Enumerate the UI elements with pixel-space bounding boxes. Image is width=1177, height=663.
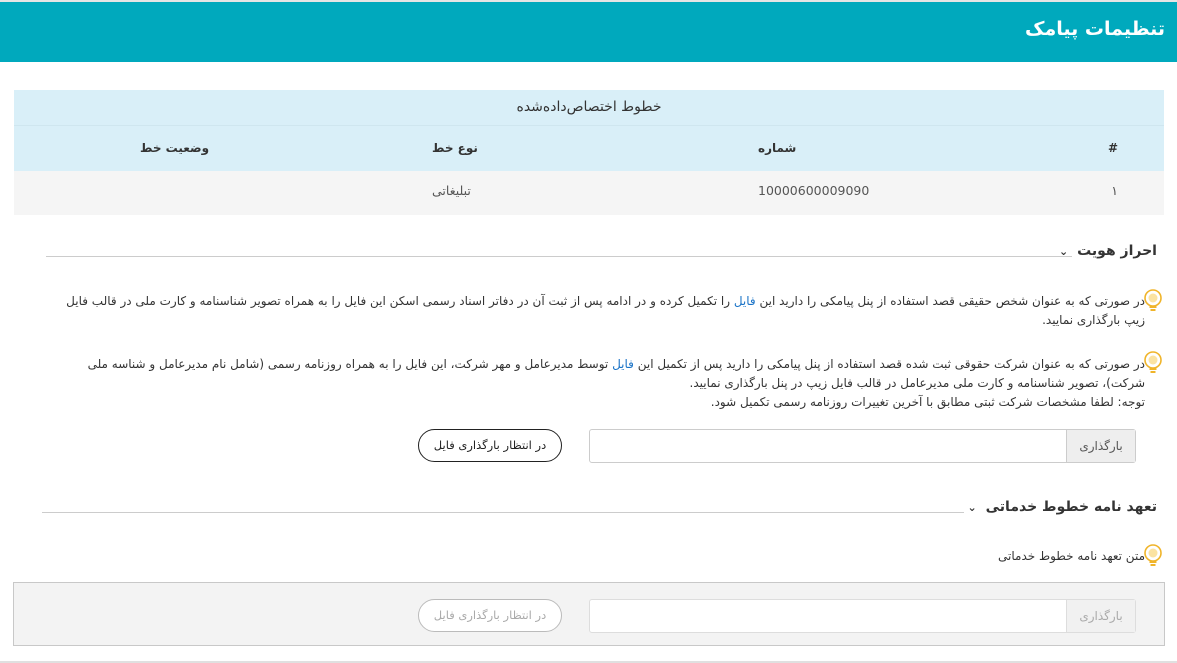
row-type: تبلیغاتی: [432, 183, 471, 198]
column-header-status: وضعیت خط: [140, 141, 210, 155]
table-header: # شماره نوع خط وضعیت خط: [14, 126, 1164, 171]
identity-note-company: در صورتی که به عنوان شرکت حقوقی ثبت شده …: [65, 355, 1145, 412]
table-row: ۱ 10000600009090 تبلیغاتی: [14, 171, 1164, 215]
upload-button[interactable]: بارگذاری: [1066, 600, 1135, 632]
page-title: تنظیمات پیامک: [1025, 18, 1165, 40]
commitment-file-input[interactable]: بارگذاری: [589, 599, 1136, 633]
note-attention: توجه: لطفا مشخصات شرکت ثبتی مطابق با آخر…: [710, 395, 1145, 409]
assigned-lines-table: خطوط اختصاص‌داده‌شده # شماره نوع خط وضعی…: [14, 90, 1164, 215]
section-divider: [42, 512, 964, 513]
individual-file-link[interactable]: فایل: [734, 294, 756, 308]
note-text: در صورتی که به عنوان شرکت حقوقی ثبت شده …: [633, 357, 1145, 371]
table-caption: خطوط اختصاص‌داده‌شده: [14, 90, 1164, 126]
commitment-text[interactable]: متن تعهد نامه خطوط خدماتی: [998, 549, 1145, 563]
row-number: 10000600009090: [758, 183, 870, 198]
commitment-section-title: تعهد نامه خطوط خدماتی: [985, 499, 1157, 515]
upload-button[interactable]: بارگذاری: [1066, 430, 1135, 462]
identity-upload-status: در انتظار بارگذاری فایل: [418, 429, 562, 462]
identity-note-individual: در صورتی که به عنوان شخص حقیقی قصد استفا…: [65, 292, 1145, 330]
page-header: تنظیمات پیامک: [0, 2, 1177, 62]
commitment-note: متن تعهد نامه خطوط خدماتی: [65, 547, 1145, 566]
section-divider: [46, 256, 1072, 257]
row-index: ۱: [1111, 183, 1118, 198]
column-header-number: شماره: [758, 141, 797, 155]
commitment-upload-panel: بارگذاری در انتظار بارگذاری فایل: [13, 582, 1165, 646]
column-header-index: #: [1107, 141, 1118, 155]
commitment-upload-status: در انتظار بارگذاری فایل: [418, 599, 562, 632]
chevron-down-icon: ⌄: [967, 501, 977, 514]
company-file-link[interactable]: فایل: [612, 357, 634, 371]
identity-section-title: احراز هویت: [1077, 243, 1157, 259]
identity-file-input[interactable]: بارگذاری: [589, 429, 1136, 463]
commitment-section-toggle[interactable]: تعهد نامه خطوط خدماتی ⌄: [968, 499, 1157, 515]
note-text: در صورتی که به عنوان شخص حقیقی قصد استفا…: [755, 294, 1145, 308]
column-header-type: نوع خط: [432, 141, 478, 155]
identity-section-toggle[interactable]: احراز هویت ⌄: [1059, 243, 1157, 259]
